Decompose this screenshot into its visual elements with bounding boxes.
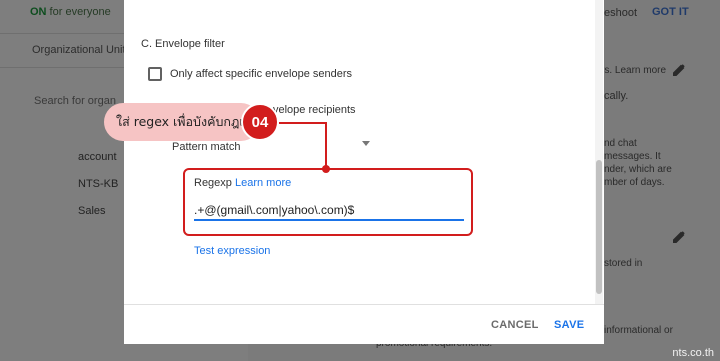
bg-text-sender: nder, which are [604, 164, 672, 175]
cancel-button[interactable]: CANCEL [491, 319, 539, 331]
dialog-scrollbar[interactable] [595, 0, 603, 304]
dialog-body: C. Envelope filter Only affect specific … [124, 0, 604, 304]
section-title: C. Envelope filter [141, 38, 225, 50]
learn-more-link-bg[interactable]: rs. Learn more [601, 65, 666, 76]
save-button[interactable]: SAVE [554, 319, 584, 331]
got-it-button[interactable]: GOT IT [652, 6, 689, 18]
bg-text-informational: informational or [604, 325, 673, 336]
scrollbar-thumb[interactable] [596, 160, 602, 294]
org-item-account[interactable]: account [78, 151, 117, 163]
dropdown-arrow-icon [362, 141, 370, 146]
callout-leader-dot [322, 165, 330, 173]
status-text: ON for everyone [30, 6, 111, 18]
step-number-badge: 04 [241, 103, 279, 141]
org-item-sales[interactable]: Sales [78, 205, 106, 217]
watermark: nts.co.th [672, 347, 714, 359]
org-search-input[interactable]: Search for organ [34, 95, 116, 107]
org-item-nts-kb[interactable]: NTS-KB [78, 178, 118, 190]
recipients-checkbox-label: velope recipients [273, 104, 356, 116]
edit-pencil-icon[interactable] [672, 63, 686, 77]
troubleshoot-text: eshoot [604, 7, 638, 19]
test-expression-link[interactable]: Test expression [194, 245, 270, 257]
regexp-highlight-box [183, 168, 473, 236]
edit-pencil-icon-2[interactable] [672, 230, 686, 244]
bg-text-messages: messages. It [604, 151, 661, 162]
match-type-value: Pattern match [172, 141, 241, 153]
senders-checkbox[interactable] [148, 67, 162, 81]
callout-leader-line [279, 122, 327, 124]
senders-checkbox-label: Only affect specific envelope senders [170, 68, 353, 80]
bg-text-stored: stored in [604, 258, 643, 269]
senders-checkbox-row[interactable]: Only affect specific envelope senders [148, 67, 352, 81]
instruction-callout: ใส่ regex เพื่อบังคับกฎเฉพาะ [104, 103, 274, 141]
bg-text-cally: cally. [604, 90, 629, 102]
bg-text-days: mber of days. [604, 177, 665, 188]
org-units-heading: Organizational Units [32, 44, 132, 56]
bg-text-chat: nd chat [604, 138, 637, 149]
dialog-footer: CANCEL SAVE [124, 304, 604, 344]
callout-leader-line-vertical [325, 122, 327, 168]
